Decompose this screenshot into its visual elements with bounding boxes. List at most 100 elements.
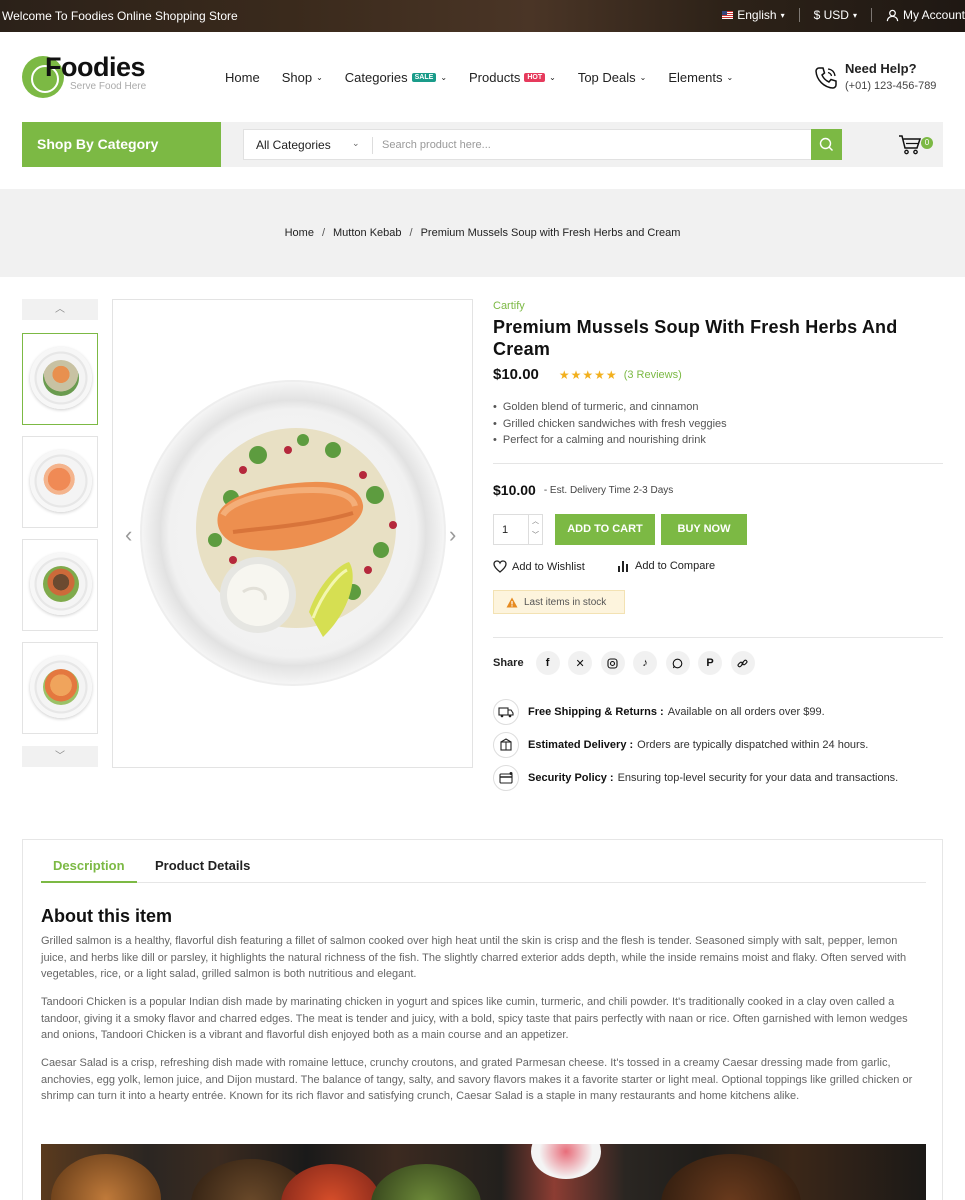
nav-shop[interactable]: Shop ⌄ <box>282 70 323 85</box>
thumbnail-1[interactable] <box>22 333 98 425</box>
breadcrumb-current: Premium Mussels Soup with Fresh Herbs an… <box>420 227 681 239</box>
chevron-up-icon: ︿ <box>55 304 65 315</box>
breadcrumb-home[interactable]: Home <box>285 227 314 239</box>
help-phone: (+01) 123-456-789 <box>845 80 937 92</box>
feature-title: Security Policy : <box>528 772 614 784</box>
nav-label: Home <box>225 70 260 85</box>
price-delivery-row: $10.00 - Est. Delivery Time 2-3 Days <box>493 482 673 498</box>
nav-label: Elements <box>668 70 723 85</box>
salmon-dish-image <box>140 380 446 686</box>
thumbnail-2[interactable] <box>22 436 98 528</box>
search-icon <box>819 137 833 151</box>
tab-bar: Description Product Details <box>41 858 926 883</box>
nav-elements[interactable]: Elements ⌄ <box>668 70 733 85</box>
prev-image-button[interactable]: ‹ <box>125 522 132 548</box>
feature-shipping: Free Shipping & Returns : Available on a… <box>493 699 825 725</box>
top-bar: Welcome To Foodies Online Shopping Store… <box>0 0 965 32</box>
product-info: Cartify Premium Mussels Soup With Fresh … <box>493 300 943 791</box>
tab-description[interactable]: Description <box>41 858 137 883</box>
chevron-down-icon: ▾ <box>852 10 857 20</box>
warning-icon <box>506 597 518 607</box>
chevron-down-icon: ▾ <box>780 10 785 20</box>
feature-text: Ensuring top-level security for your dat… <box>617 772 899 784</box>
description-paragraph: Tandoori Chicken is a popular Indian dis… <box>41 996 908 1041</box>
breadcrumb-separator: / <box>321 227 326 239</box>
pinterest-icon[interactable]: P <box>698 651 723 675</box>
reviews-link[interactable]: (3 Reviews) <box>624 369 682 381</box>
nav-label: Shop <box>281 70 313 85</box>
add-to-cart-button[interactable]: ADD TO CART <box>555 514 655 545</box>
description-paragraph: Caesar Salad is a crisp, refreshing dish… <box>41 1057 913 1102</box>
highlight-item: Grilled chicken sandwiches with fresh ve… <box>493 416 727 433</box>
thumbnail-4[interactable] <box>22 642 98 734</box>
main-product-image: ‹ › <box>112 299 473 768</box>
feature-text: Available on all orders over $99. <box>667 706 825 718</box>
compare-label: Add to Compare <box>635 560 716 572</box>
logo-name: Foodies <box>45 52 146 82</box>
description-paragraph: Grilled salmon is a healthy, flavorful d… <box>41 935 907 980</box>
thumbnail-food <box>43 566 79 602</box>
facebook-icon[interactable]: f <box>535 651 560 675</box>
breadcrumb-separator: / <box>409 227 413 239</box>
cart-icon <box>899 135 922 155</box>
chevron-down-icon: ⌄ <box>352 138 360 148</box>
link-icon[interactable] <box>730 651 755 675</box>
nav-label: Categories <box>344 70 408 85</box>
product-title: Premium Mussels Soup With Fresh Herbs An… <box>493 317 898 359</box>
tiktok-icon[interactable]: ♪ <box>633 651 658 675</box>
thumb-scroll-down-button[interactable]: ﹀ <box>22 746 98 767</box>
nav-top-deals[interactable]: Top Deals ⌄ <box>578 70 647 85</box>
divider <box>493 637 943 638</box>
instagram-icon[interactable] <box>600 651 625 675</box>
truck-icon <box>493 699 519 725</box>
quantity-stepper[interactable]: 1 ︿ ﹀ <box>493 514 543 545</box>
buy-now-button[interactable]: BUY NOW <box>661 514 747 545</box>
user-icon <box>886 9 899 21</box>
about-heading: About this item <box>41 906 172 926</box>
currency-label: $ USD <box>813 8 849 22</box>
nav-categories[interactable]: Categories SALE ⌄ <box>345 70 447 85</box>
breadcrumb-band: Home / Mutton Kebab / Premium Mussels Soup w… <box>0 189 965 277</box>
cart-button[interactable]: 0 <box>898 134 934 158</box>
account-link[interactable]: My Account <box>872 8 965 22</box>
highlight-item: Perfect for a calming and nourishing dri… <box>493 432 727 449</box>
tab-product-details[interactable]: Product Details <box>155 858 250 883</box>
sale-badge: SALE <box>411 73 437 82</box>
share-row: Share f ✕ ♪ P <box>493 651 763 675</box>
category-select[interactable]: All Categories <box>256 138 331 152</box>
main-nav: Home Shop ⌄ Categories SALE ⌄ Products HOT ⌄ … <box>225 70 755 85</box>
search-input[interactable] <box>382 135 802 155</box>
add-to-compare-button[interactable]: Add to Compare <box>617 560 715 572</box>
search-box: All Categories ⌄ <box>243 129 842 160</box>
share-label: Share <box>493 657 524 669</box>
search-button[interactable] <box>811 129 842 160</box>
whatsapp-icon[interactable] <box>665 651 690 675</box>
next-image-button[interactable]: › <box>449 522 456 548</box>
quantity-value: 1 <box>502 524 509 536</box>
nav-products[interactable]: Products HOT ⌄ <box>469 70 556 85</box>
quantity-spin-buttons[interactable]: ︿ ﹀ <box>528 515 542 544</box>
stock-alert: Last items in stock <box>493 590 625 614</box>
add-to-wishlist-button[interactable]: Add to Wishlist <box>493 560 585 573</box>
chevron-down-icon: ﹀ <box>55 751 65 762</box>
language-selector[interactable]: English ▾ <box>708 8 798 22</box>
product-highlights: Golden blend of turmeric, and cinnamon G… <box>493 399 727 449</box>
thumbnail-3[interactable] <box>22 539 98 631</box>
heart-icon <box>493 560 507 573</box>
help-title: Need Help? <box>845 61 917 76</box>
shop-by-category-button[interactable]: Shop By Category <box>22 122 221 167</box>
chevron-down-icon: ⌄ <box>316 73 323 82</box>
breadcrumb-category[interactable]: Mutton Kebab <box>333 227 402 239</box>
nav-home[interactable]: Home <box>225 70 260 85</box>
language-label: English <box>737 8 777 22</box>
site-logo[interactable]: Foodies Serve Food Here <box>22 52 162 102</box>
product-brand[interactable]: Cartify <box>493 300 943 312</box>
cart-count-badge: 0 <box>921 137 933 149</box>
account-label: My Account <box>902 8 965 22</box>
logo-tagline: Serve Food Here <box>70 81 147 92</box>
thumb-scroll-up-button[interactable]: ︿ <box>22 299 98 320</box>
x-icon[interactable]: ✕ <box>568 651 593 675</box>
bar-chart-icon <box>618 561 628 572</box>
feature-security: Security Policy : Ensuring top-level sec… <box>493 765 898 791</box>
currency-selector[interactable]: $ USD ▾ <box>800 8 871 22</box>
